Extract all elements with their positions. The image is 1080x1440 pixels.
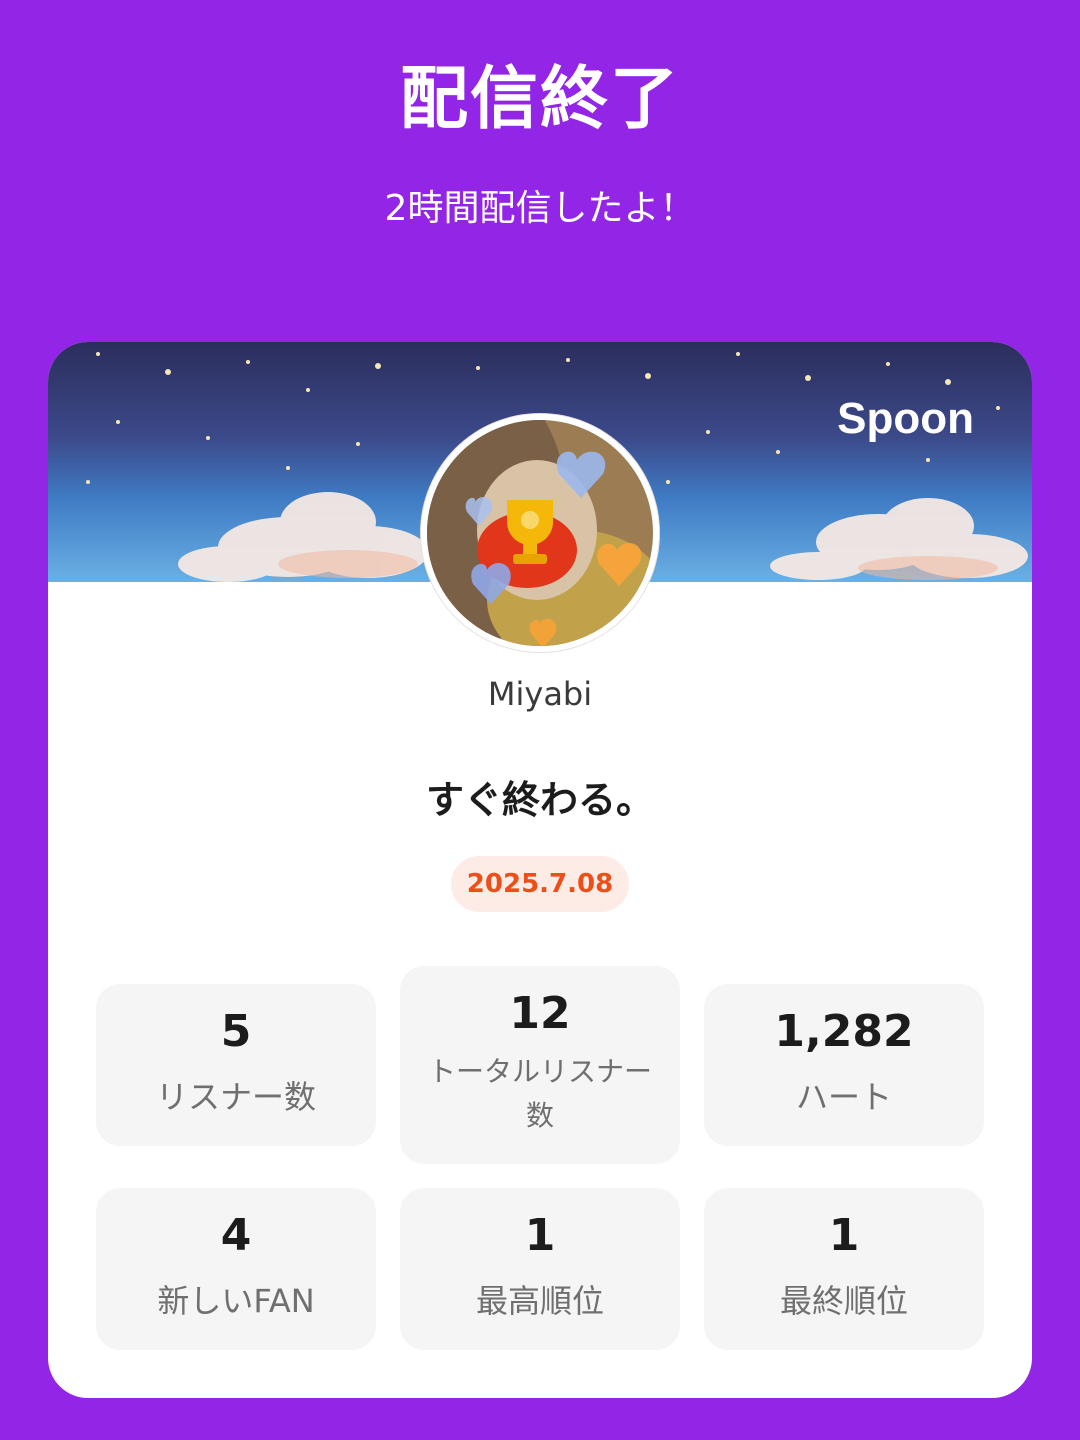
stat-listeners: 5 リスナー数	[96, 984, 376, 1146]
stat-highest-rank: 1 最高順位	[400, 1188, 680, 1350]
stat-label: トータルリスナー数	[428, 1055, 653, 1132]
page-subtitle: 2時間配信したよ！	[384, 188, 696, 229]
stat-new-fans: 4 新しいFAN	[96, 1188, 376, 1350]
broadcast-summary-card: Spoon Miyabi すぐ終わる。 2025.7.08 5 リスナー数 12…	[48, 342, 1032, 1398]
stat-label: 最終順位	[779, 1282, 908, 1320]
stream-title: すぐ終わる。	[425, 778, 654, 822]
spoon-logo: Spoon	[837, 394, 974, 443]
stat-label: 新しいFAN	[157, 1282, 315, 1320]
stat-value: 1	[524, 1210, 556, 1261]
username: Miyabi	[487, 675, 593, 713]
stat-label: ハート	[795, 1078, 892, 1116]
stat-hearts: 1,282 ハート	[704, 984, 984, 1146]
avatar[interactable]	[421, 414, 659, 652]
stat-total-listeners: 12 トータルリスナー数	[400, 966, 680, 1164]
stat-value: 4	[220, 1210, 252, 1261]
stat-value: 5	[220, 1006, 252, 1057]
stat-label: 最高順位	[475, 1282, 604, 1320]
page-title: 配信終了	[399, 60, 680, 139]
stat-final-rank: 1 最終順位	[704, 1188, 984, 1350]
stat-value: 1,282	[774, 1006, 914, 1057]
stat-value: 12	[509, 988, 571, 1039]
date-badge: 2025.7.08	[451, 856, 629, 912]
stat-value: 1	[828, 1210, 860, 1261]
stat-label: リスナー数	[155, 1078, 316, 1116]
